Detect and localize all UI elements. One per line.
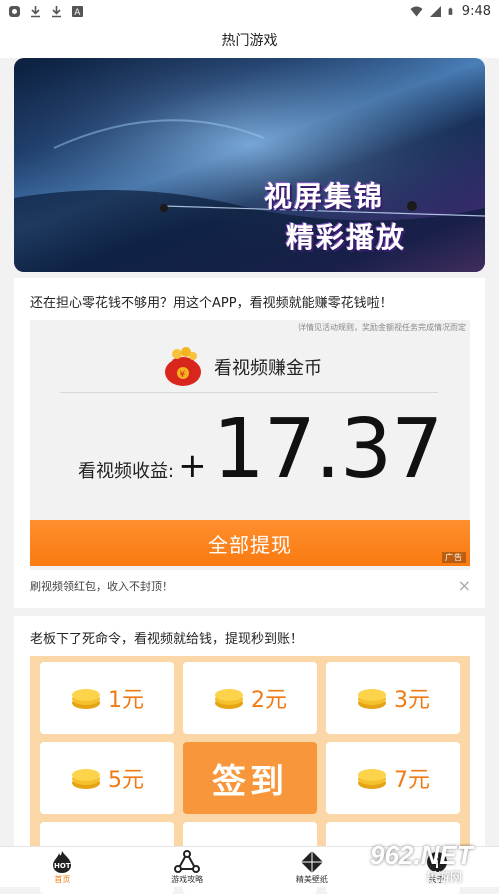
reward-subtext: 刷视频领红包，收入不封顶！ <box>30 580 173 593</box>
ad-divider <box>60 392 438 393</box>
ad-title-row: ¥ 看视频赚金币 <box>160 346 322 388</box>
page-title: 热门游戏 <box>221 33 278 49</box>
share-nodes-icon <box>174 849 201 873</box>
earnings-plus: + <box>178 446 207 486</box>
close-ad-button[interactable]: × <box>458 576 471 595</box>
nav-item-game-guides[interactable]: 游戏攻略 <box>125 847 250 887</box>
signin-button[interactable]: 签到 <box>183 742 317 814</box>
status-time: 9:48 <box>461 3 491 19</box>
watermark-subtext: 乐游网 <box>426 870 463 884</box>
money-bag-icon: ¥ <box>165 347 201 386</box>
banner-image <box>14 58 485 272</box>
nav-label: 游戏攻略 <box>171 874 204 884</box>
nav-item-wallpapers[interactable]: 精美壁纸 <box>250 847 375 887</box>
svg-text:A: A <box>74 8 81 18</box>
video-ad-box[interactable]: 详情见活动规则，奖励金额视任务完成情况而定 ¥ 看视频赚金币 看视频收益: + … <box>30 320 470 570</box>
signin-label: 签到 <box>212 761 288 802</box>
watermark-text: 962.NET <box>370 840 473 870</box>
earnings-row: 看视频收益: + 17.37 <box>78 402 444 497</box>
notification-icon <box>9 5 20 17</box>
withdraw-all-button[interactable]: 全部提现 广告 <box>30 520 470 566</box>
gold-coins-icon <box>358 689 386 709</box>
gold-coins-icon <box>358 769 386 789</box>
watermark-logo: 962.NET 乐游网 <box>364 838 496 886</box>
nav-label: 精美壁纸 <box>295 874 328 884</box>
hot-flame-icon: HOT <box>53 850 72 873</box>
download-icon <box>31 5 40 17</box>
page-header: 热门游戏 <box>0 22 499 58</box>
status-bar: A 9:48 <box>0 0 499 22</box>
reward-cell-7[interactable]: 7元 <box>326 742 460 814</box>
ad-disclaimer: 详情见活动规则，奖励金额视任务完成情况而定 <box>298 323 466 332</box>
status-left: A <box>8 5 84 18</box>
gold-coins-icon <box>72 769 100 789</box>
nav-label: 首页 <box>54 874 71 884</box>
banner-title-line2: 精彩播放 <box>286 221 407 254</box>
svg-text:HOT: HOT <box>54 862 71 870</box>
reward-cell-3[interactable]: 3元 <box>326 662 460 734</box>
withdraw-all-label: 全部提现 <box>208 532 292 557</box>
gold-coins-icon <box>72 689 100 709</box>
reward-card: 还在担心零花钱不够用？用这个APP，看视频就能赚零花钱啦！ 详情见活动规则，奖励… <box>14 278 485 608</box>
gold-coins-icon <box>215 689 243 709</box>
reward-amount: 2元 <box>251 688 287 713</box>
signin-grid: 1元 2元 3元 5元 签到 7元 <box>30 656 470 894</box>
reward-cell-5[interactable]: 5元 <box>40 742 174 814</box>
reward-amount: 7元 <box>394 768 430 793</box>
signin-headline: 老板下了死命令，看视频就给钱，提现秒到账！ <box>30 632 304 647</box>
reward-amount: 3元 <box>394 688 430 713</box>
reward-headline: 还在担心零花钱不够用？用这个APP，看视频就能赚零花钱啦！ <box>30 296 393 311</box>
diamond-icon <box>300 850 323 873</box>
download-icon <box>52 5 61 17</box>
reward-cell-2[interactable]: 2元 <box>183 662 317 734</box>
svg-text:¥: ¥ <box>180 370 186 380</box>
earnings-label: 看视频收益: <box>78 461 175 482</box>
app-icon: A <box>72 5 83 18</box>
reward-amount: 5元 <box>108 768 144 793</box>
nav-item-home[interactable]: HOT 首页 <box>0 847 125 887</box>
battery-icon <box>448 7 453 15</box>
wifi-icon <box>410 6 423 16</box>
ad-tag: 广告 <box>442 552 466 563</box>
signin-card: 老板下了死命令，看视频就给钱，提现秒到账！ 1元 2元 3元 5元 签到 7元 <box>14 616 485 894</box>
reward-cell-1[interactable]: 1元 <box>40 662 174 734</box>
banner-carousel[interactable]: 视屏集锦 精彩播放 <box>14 58 485 272</box>
ad-title: 看视频赚金币 <box>214 358 322 379</box>
signal-icon <box>429 5 441 17</box>
reward-amount: 1元 <box>108 688 144 713</box>
status-right: 9:48 <box>410 4 491 19</box>
banner-title-line1: 视屏集锦 <box>264 180 385 213</box>
earnings-value: 17.37 <box>212 402 444 497</box>
